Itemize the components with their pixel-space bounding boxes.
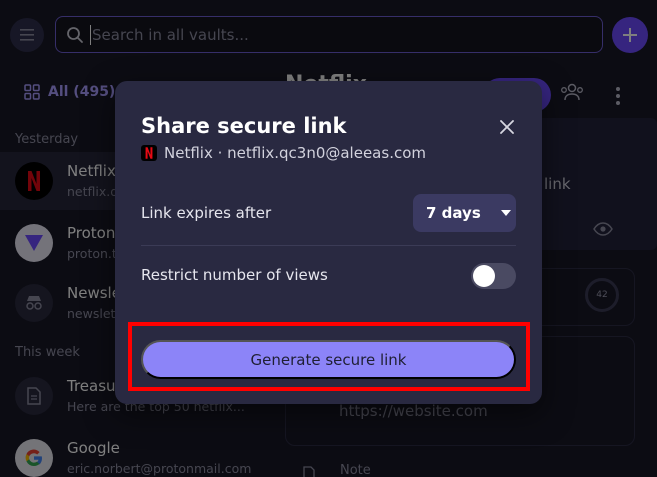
netflix-logo-icon <box>141 145 157 161</box>
close-icon[interactable] <box>497 117 517 137</box>
divider <box>141 245 516 246</box>
dialog-subtitle-text: Netflix · netflix.qc3n0@aleeas.com <box>164 144 426 162</box>
restrict-views-label: Restrict number of views <box>141 266 328 284</box>
dialog-title: Share secure link <box>141 114 347 138</box>
restrict-views-toggle[interactable] <box>471 263 516 289</box>
expiry-select[interactable]: 7 days <box>413 194 516 232</box>
dialog-subtitle: Netflix · netflix.qc3n0@aleeas.com <box>141 143 426 163</box>
chevron-down-icon <box>500 210 511 216</box>
highlight-box <box>128 322 530 391</box>
expires-label: Link expires after <box>141 204 272 222</box>
expiry-value: 7 days <box>426 204 481 222</box>
toggle-knob <box>473 265 495 287</box>
